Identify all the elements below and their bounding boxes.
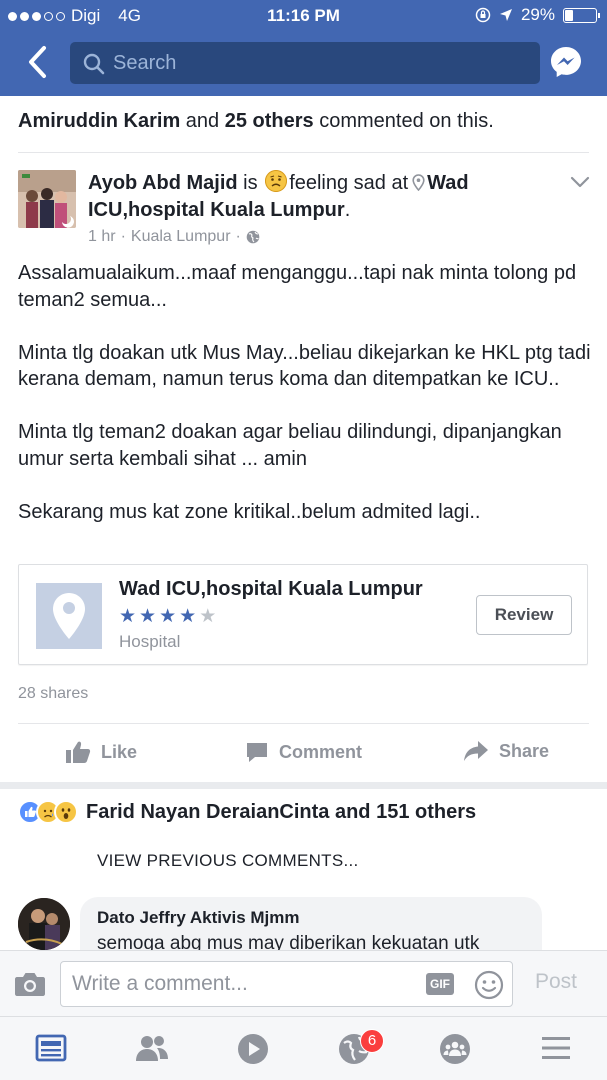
star-filled-icon: ★ [139, 606, 160, 627]
reactions-summary[interactable]: Farid Nayan DeraianCinta and 151 others [18, 800, 476, 824]
comment-input[interactable]: Write a comment... GIF [60, 961, 513, 1007]
comment-button[interactable]: Comment [245, 740, 362, 764]
comment-label: Comment [279, 741, 363, 762]
comment-composer: Write a comment... GIF Post [0, 950, 607, 1016]
like-label: Like [101, 741, 138, 762]
share-label: Share [499, 740, 550, 761]
activity-connector: and [180, 110, 225, 132]
post-is-text: is [237, 172, 264, 194]
post-meta: 1 hr · Kuala Lumpur · [88, 228, 260, 246]
messenger-icon [551, 47, 581, 77]
tab-groups[interactable] [439, 1033, 473, 1065]
author-avatar[interactable] [18, 170, 76, 228]
reactions-text: Farid Nayan DeraianCinta and 151 others [86, 800, 477, 823]
friends-icon [136, 1036, 168, 1061]
sad-face-icon [265, 170, 288, 192]
back-button[interactable] [22, 44, 56, 80]
post-period: . [344, 199, 351, 221]
thumbs-up-icon [66, 741, 91, 763]
rating-stars: ★★★★★ [119, 605, 219, 628]
search-icon [83, 53, 105, 75]
post-body: Assalamualaikum...maaf menganggu...tapi … [18, 260, 593, 552]
post-options-chevron-down-icon[interactable] [570, 175, 590, 189]
gif-icon[interactable]: GIF [426, 973, 454, 995]
post-paragraph: Minta tlg teman2 doakan agar beliau dili… [18, 421, 562, 470]
top-navigation-bar: Digi 4G 11:16 PM 29% Search [0, 0, 607, 96]
status-bar: Digi 4G 11:16 PM 29% [0, 0, 607, 32]
commenter-avatar[interactable] [18, 898, 70, 950]
post-time[interactable]: 1 hr [88, 228, 116, 246]
map-pin-icon [53, 593, 85, 639]
post-paragraph: Sekarang mus kat zone kritikal..belum ad… [18, 500, 481, 523]
battery-percent: 29% [520, 5, 555, 24]
shares-count[interactable]: 28 shares [18, 685, 88, 703]
post-paragraph: Minta tlg doakan utk Mus May...beliau di… [18, 341, 591, 391]
chevron-left-icon [29, 46, 46, 78]
place-thumbnail [36, 583, 102, 649]
post-paragraph: Assalamualaikum...maaf menganggu...tapi … [18, 262, 577, 311]
activity-others[interactable]: 25 others [225, 110, 314, 132]
post-header: Ayob Abd Majid is feeling sad at Wad ICU,… [88, 170, 558, 224]
review-button[interactable]: Review [476, 595, 572, 635]
messenger-button[interactable] [549, 45, 583, 79]
divider [18, 152, 589, 153]
post-author[interactable]: Ayob Abd Majid [88, 172, 238, 194]
camera-icon[interactable] [14, 971, 46, 997]
activity-summary: Amiruddin Karim and 25 others commented … [18, 110, 494, 133]
section-divider [0, 782, 607, 789]
groups-icon [440, 1034, 470, 1064]
share-arrow-icon [464, 741, 488, 761]
location-pin-icon [412, 174, 425, 191]
feeling-text: feeling sad at [289, 172, 409, 194]
smiley-icon[interactable] [474, 970, 504, 1000]
place-card[interactable]: Wad ICU,hospital Kuala Lumpur ★★★★★ Hosp… [18, 564, 588, 665]
wow-reaction-icon [54, 800, 78, 824]
tab-menu[interactable] [540, 1033, 574, 1065]
share-button[interactable]: Share [463, 740, 549, 762]
comment-author[interactable]: Dato Jeffry Aktivis Mjmm [97, 908, 299, 928]
star-empty-icon: ★ [199, 606, 220, 627]
battery-level [565, 9, 574, 21]
rotation-lock-icon [475, 7, 491, 23]
post-place[interactable]: Kuala Lumpur [131, 228, 231, 246]
tab-friends[interactable] [135, 1033, 169, 1065]
star-filled-icon: ★ [119, 606, 140, 627]
view-previous-comments-link[interactable]: VIEW PREVIOUS COMMENTS... [97, 851, 359, 871]
avatar-photo [18, 898, 70, 950]
avatar-photo [18, 170, 76, 228]
battery-icon [563, 7, 600, 23]
place-name[interactable]: Wad ICU,hospital Kuala Lumpur [119, 578, 423, 601]
star-filled-icon: ★ [159, 606, 180, 627]
search-placeholder: Search [113, 52, 177, 74]
search-input[interactable]: Search [70, 42, 540, 84]
like-button[interactable]: Like [65, 740, 137, 764]
news-feed-icon [35, 1034, 67, 1062]
tab-video[interactable] [237, 1033, 271, 1065]
meta-separator: · [120, 228, 126, 245]
place-category: Hospital [119, 632, 181, 651]
star-filled-icon: ★ [179, 606, 200, 627]
notifications-badge: 6 [360, 1029, 384, 1053]
comment-bubble-icon [247, 743, 267, 762]
activity-suffix: commented on this. [313, 110, 494, 132]
post-comment-button[interactable]: Post [535, 970, 577, 994]
status-right: 29% [475, 5, 600, 25]
location-arrow-icon [499, 9, 512, 21]
comment-input-placeholder: Write a comment... [72, 972, 248, 995]
post-actions: Like Comment Share [0, 736, 607, 770]
bottom-tab-bar: 6 [0, 1016, 607, 1080]
public-globe-icon [246, 230, 260, 244]
meta-separator: · [235, 228, 241, 245]
tab-news-feed[interactable] [35, 1033, 69, 1065]
video-play-icon [238, 1034, 268, 1064]
divider [18, 723, 589, 724]
activity-name[interactable]: Amiruddin Karim [18, 110, 180, 132]
hamburger-menu-icon [542, 1037, 570, 1059]
